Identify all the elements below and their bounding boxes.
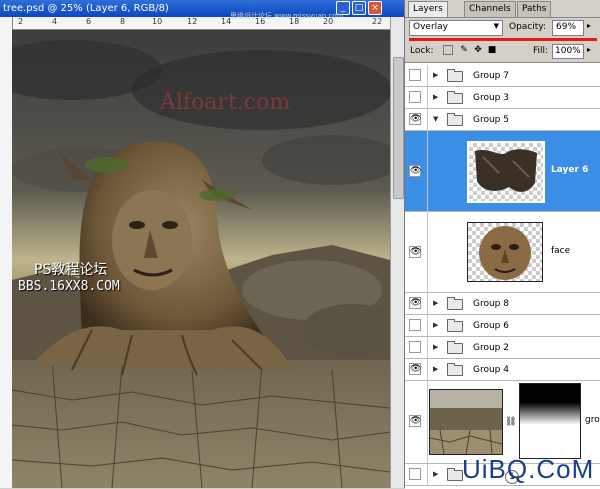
layer-name: Group 4: [473, 365, 509, 375]
collapse-triangle-icon[interactable]: ▼: [433, 115, 438, 123]
layer-row-group-4[interactable]: 👁 ▶ Group 4: [405, 359, 600, 381]
brand-watermark: UiBQ.CoM: [462, 454, 595, 484]
layer-row-group-8[interactable]: 👁 ▶ Group 8: [405, 293, 600, 315]
layer-name: face: [551, 246, 571, 256]
maximize-button[interactable]: □: [352, 1, 366, 15]
watermark-ps-forum: PS教程论坛: [34, 262, 108, 278]
layer-row-group-3[interactable]: ▶ Group 3: [405, 87, 600, 109]
document-title: tree.psd @ 25% (Layer 6, RGB/8): [3, 3, 169, 14]
fill-slider-arrow-icon[interactable]: ▸: [587, 45, 591, 54]
lock-all-icon[interactable]: ■: [487, 45, 497, 55]
expand-triangle-icon[interactable]: ▶: [433, 343, 438, 351]
expand-triangle-icon[interactable]: ▶: [433, 365, 438, 373]
visibility-toggle[interactable]: [409, 91, 421, 103]
layer-name: Group 3: [473, 93, 509, 103]
opacity-value: 69%: [556, 22, 577, 32]
ruler-tick: 8: [120, 17, 126, 26]
tab-paths[interactable]: Paths: [517, 1, 552, 17]
expand-triangle-icon[interactable]: ▶: [433, 470, 438, 478]
folder-icon: [447, 113, 463, 126]
layer-name: Group 5: [473, 115, 509, 125]
expand-triangle-icon[interactable]: ▶: [433, 71, 438, 79]
eye-icon[interactable]: 👁: [409, 113, 421, 125]
scrollbar-thumb[interactable]: [393, 57, 404, 199]
lock-transparency-icon[interactable]: [443, 45, 453, 55]
visibility-toggle[interactable]: [409, 468, 421, 480]
lock-move-icon[interactable]: ✥: [473, 45, 483, 55]
fill-value: 100%: [555, 46, 581, 56]
visibility-toggle[interactable]: [409, 319, 421, 331]
ruler-tick: 2: [18, 17, 24, 26]
layer-row-layer-6[interactable]: 👁 Layer 6: [405, 131, 600, 212]
layer-thumbnail: [467, 141, 545, 203]
eye-icon[interactable]: 👁: [409, 363, 421, 375]
ruler-tick: 4: [52, 17, 58, 26]
fill-label: Fill:: [533, 46, 549, 56]
blend-mode-value: Overlay: [413, 22, 448, 32]
layers-panel: Layers Channels Paths Overlay ▼ Opacity:…: [404, 0, 600, 489]
panel-tabs: Layers Channels Paths: [405, 0, 600, 18]
eye-icon[interactable]: 👁: [409, 165, 421, 177]
tab-channels[interactable]: Channels: [464, 1, 516, 17]
folder-icon: [447, 363, 463, 376]
folder-icon: [447, 468, 463, 481]
layer-row-group-6[interactable]: ▶ Group 6: [405, 315, 600, 337]
chain-link-icon[interactable]: ⛓: [505, 417, 516, 427]
eye-icon[interactable]: 👁: [409, 246, 421, 258]
folder-icon: [447, 297, 463, 310]
opacity-label: Opacity:: [509, 22, 546, 32]
expand-triangle-icon[interactable]: ▶: [433, 299, 438, 307]
opacity-field[interactable]: 69%: [552, 20, 584, 36]
layer-row-group-2[interactable]: ▶ Group 2: [405, 337, 600, 359]
layer-row-face[interactable]: 👁 face: [405, 212, 600, 293]
expand-triangle-icon[interactable]: ▶: [433, 321, 438, 329]
layer-name: Group 6: [473, 321, 509, 331]
layer-row-ground[interactable]: 👁 ⛓ gro: [405, 381, 600, 464]
folder-icon: [447, 91, 463, 104]
folder-icon: [447, 341, 463, 354]
folder-icon: [447, 69, 463, 82]
layer-name: Group 2: [473, 343, 509, 353]
eye-icon[interactable]: 👁: [409, 297, 421, 309]
chevron-down-icon: ▼: [493, 22, 499, 30]
layer-row-group-7[interactable]: ▶ Group 7: [405, 65, 600, 87]
highlight-underline: [409, 38, 597, 41]
layer-row-group-5[interactable]: 👁 ▼ Group 5: [405, 109, 600, 131]
image-canvas[interactable]: Alfoart.com PS教程论坛 BBS.16XX8.COM: [12, 30, 390, 488]
watermark-bbs: BBS.16XX8.COM: [18, 279, 120, 294]
close-button[interactable]: ×: [368, 1, 382, 15]
layer-name: Layer 6: [551, 165, 589, 175]
lock-label: Lock:: [410, 46, 434, 56]
visibility-toggle[interactable]: [409, 341, 421, 353]
layer-name: Group 7: [473, 71, 509, 81]
visibility-toggle[interactable]: [409, 69, 421, 81]
folder-icon: [447, 319, 463, 332]
layer-thumbnail: [429, 389, 503, 455]
tab-layers[interactable]: Layers: [408, 1, 448, 17]
watermark-missyuan: 思缘设计论坛 www.missyuan.com: [230, 12, 344, 20]
layer-name: gro: [585, 415, 600, 425]
layers-list: ▶ Group 7 ▶ Group 3 👁 ▼ Group 5 👁 Layer …: [405, 62, 600, 489]
watermark-alfoart: Alfoart.com: [160, 90, 291, 115]
fill-field[interactable]: 100%: [552, 44, 584, 59]
lock-brush-icon[interactable]: ✎: [459, 45, 469, 55]
ruler-tick: 6: [86, 17, 92, 26]
opacity-slider-arrow-icon[interactable]: ▸: [587, 21, 591, 30]
expand-triangle-icon[interactable]: ▶: [433, 93, 438, 101]
layer-name: Group 8: [473, 299, 509, 309]
layer-thumbnail: [467, 222, 543, 282]
ruler-tick: 10: [152, 17, 163, 26]
vertical-scrollbar[interactable]: [390, 17, 405, 488]
ruler-tick: 12: [187, 17, 198, 26]
eye-icon[interactable]: 👁: [409, 415, 421, 427]
document-window: tree.psd @ 25% (Layer 6, RGB/8) _ □ × 2 …: [0, 0, 405, 488]
ruler-tick: 22: [372, 17, 383, 26]
layer-mask-thumbnail[interactable]: [519, 383, 581, 459]
blend-mode-select[interactable]: Overlay ▼: [409, 20, 503, 36]
